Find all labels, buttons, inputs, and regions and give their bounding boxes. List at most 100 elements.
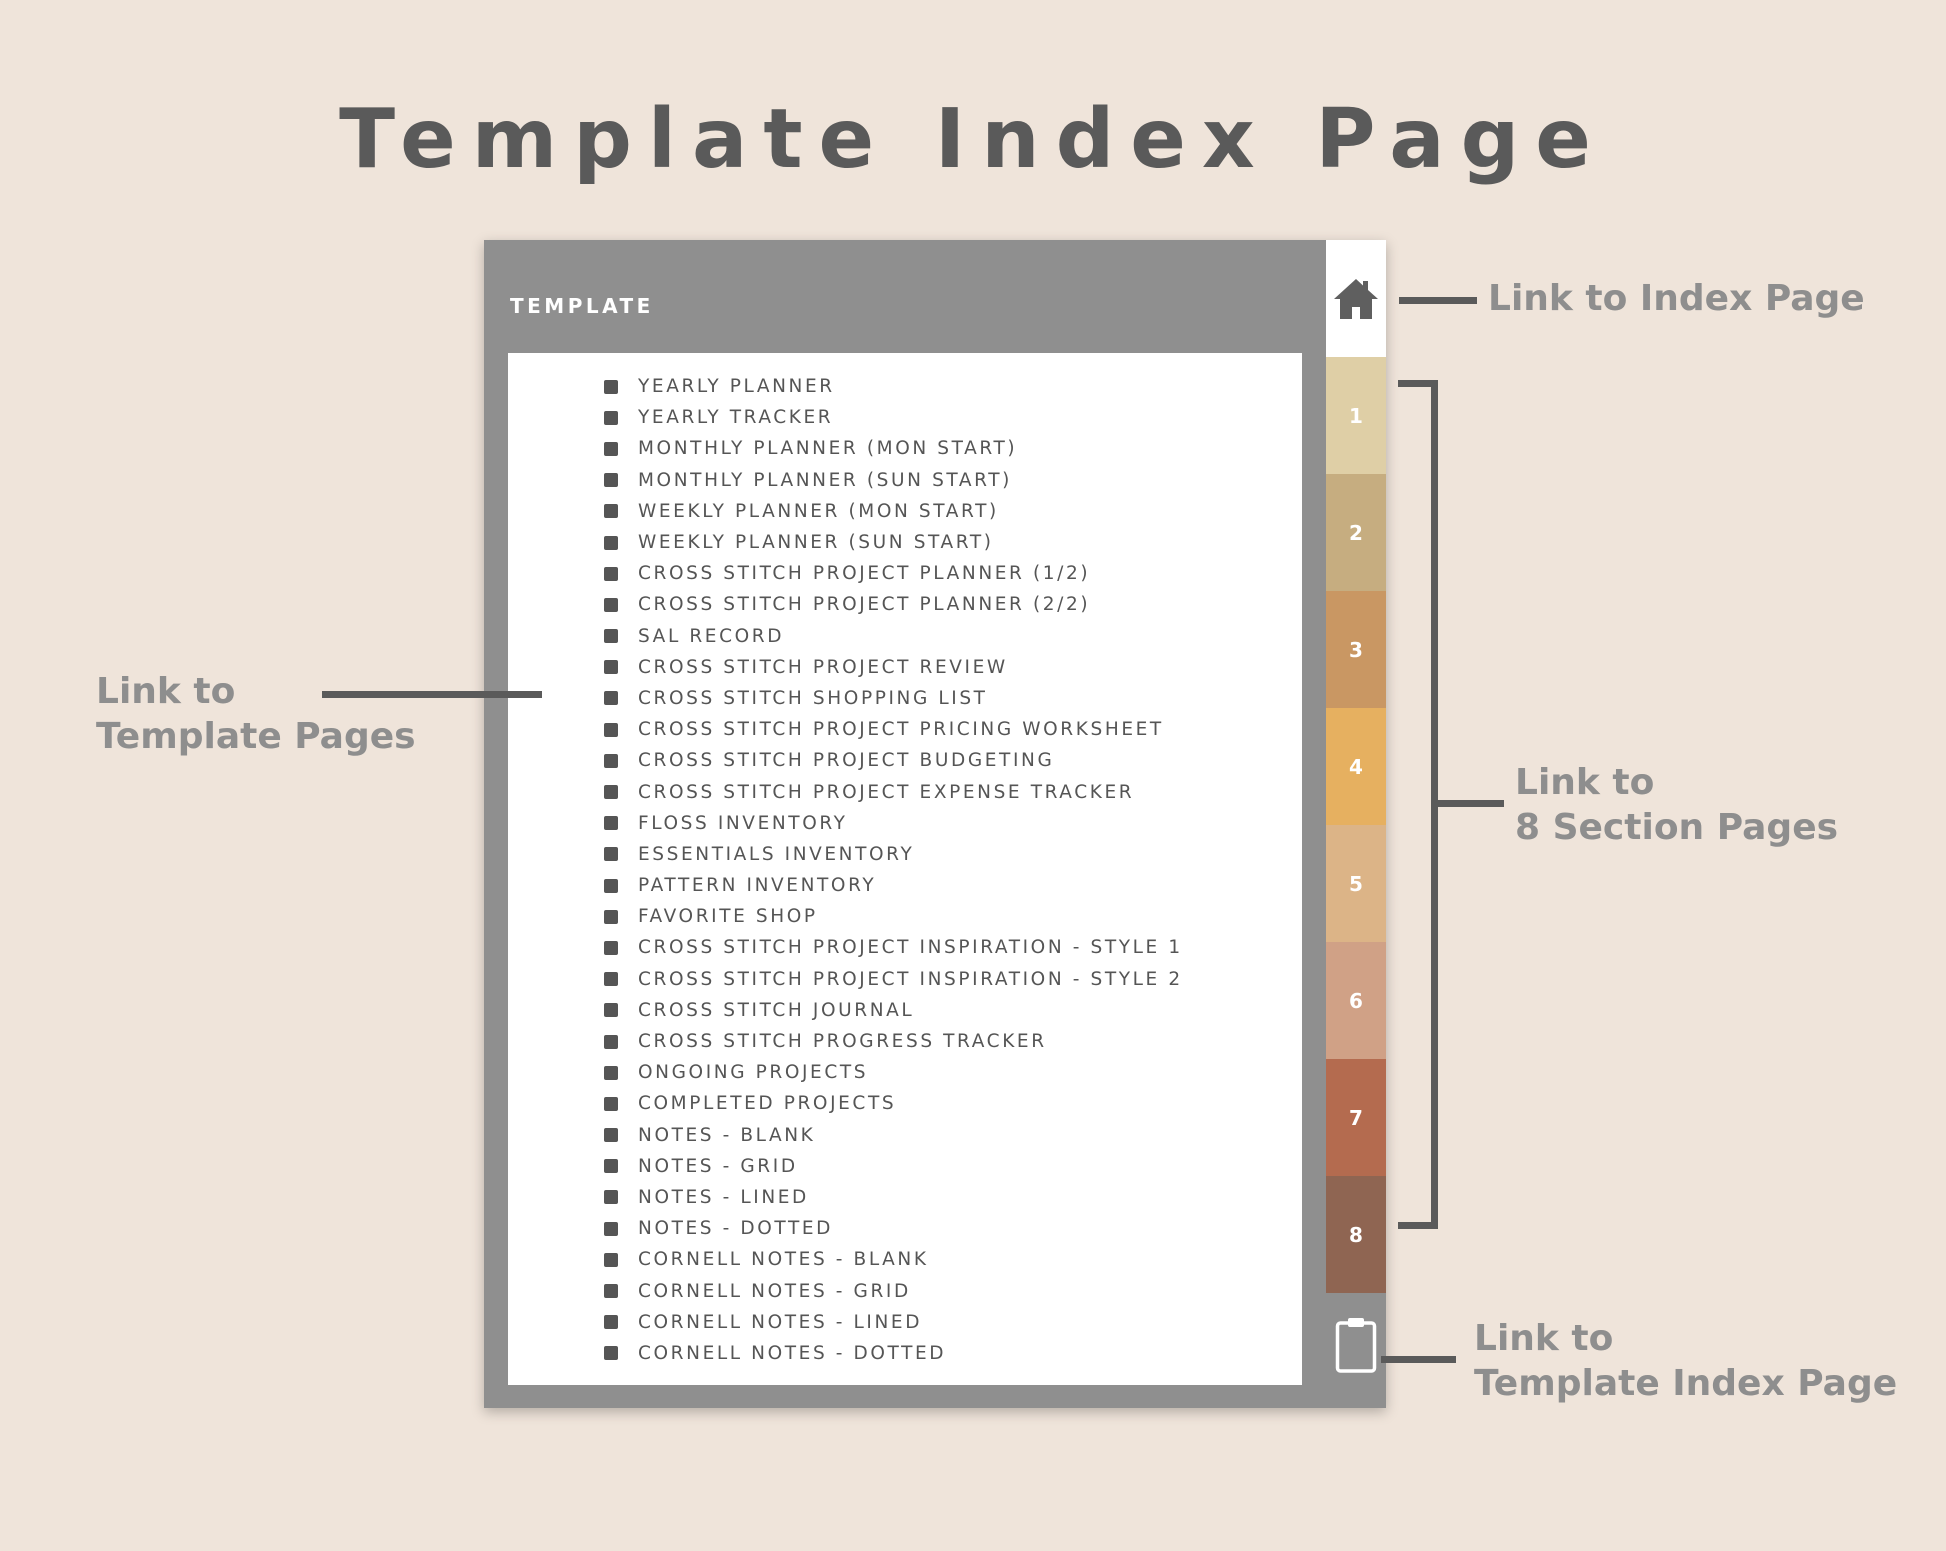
section-tab-4[interactable]: 4 [1326,708,1386,825]
bullet-icon [604,1252,618,1267]
template-item[interactable]: CROSS STITCH PROJECT PRICING WORKSHEET [604,714,1183,745]
template-item[interactable]: MONTHLY PLANNER (SUN START) [604,465,1183,496]
bullet-icon [604,1096,618,1111]
annotation-section-pages-line1: Link to [1515,762,1655,803]
template-item-label: NOTES - LINED [638,1186,809,1208]
template-item-label: CORNELL NOTES - GRID [638,1280,911,1302]
clipboard-icon [1335,1318,1377,1373]
template-item-label: ESSENTIALS INVENTORY [638,843,915,865]
template-item[interactable]: CROSS STITCH PROJECT EXPENSE TRACKER [604,776,1183,807]
bullet-icon [604,1034,618,1049]
bullet-icon [604,816,618,831]
template-item-label: CORNELL NOTES - DOTTED [638,1342,947,1364]
section-bracket-bottom [1398,1222,1438,1229]
bullet-icon [604,1190,618,1205]
template-item-label: CORNELL NOTES - BLANK [638,1249,929,1271]
template-item-label: COMPLETED PROJECTS [638,1093,897,1115]
template-item[interactable]: WEEKLY PLANNER (MON START) [604,496,1183,527]
template-item-label: NOTES - BLANK [638,1124,816,1146]
section-tab-3[interactable]: 3 [1326,591,1386,708]
template-item[interactable]: CROSS STITCH SHOPPING LIST [604,683,1183,714]
template-item-label: FAVORITE SHOP [638,906,818,928]
bullet-icon [604,660,618,675]
section-tab-2[interactable]: 2 [1326,474,1386,591]
template-item[interactable]: CROSS STITCH PROJECT REVIEW [604,652,1183,683]
index-page-connector [1399,297,1477,304]
template-item-label: YEARLY PLANNER [638,376,835,398]
home-tab[interactable] [1326,240,1386,357]
bullet-icon [604,379,618,394]
template-item[interactable]: ESSENTIALS INVENTORY [604,839,1183,870]
template-item[interactable]: MONTHLY PLANNER (MON START) [604,433,1183,464]
template-item-label: SAL RECORD [638,625,785,647]
bullet-icon [604,972,618,987]
template-item-label: CROSS STITCH PROJECT PLANNER (1/2) [638,563,1091,585]
template-item-label: ONGOING PROJECTS [638,1062,869,1084]
planner-page-preview: TEMPLATE YEARLY PLANNER YEARLY TRACKER MON… [484,240,1386,1408]
template-item[interactable]: CORNELL NOTES - DOTTED [604,1338,1183,1369]
template-index-connector [1381,1356,1456,1363]
template-item[interactable]: NOTES - DOTTED [604,1213,1183,1244]
section-tab-5[interactable]: 5 [1326,825,1386,942]
template-item[interactable]: NOTES - BLANK [604,1120,1183,1151]
bullet-icon [604,535,618,550]
home-icon [1334,278,1378,319]
template-item[interactable]: CORNELL NOTES - LINED [604,1307,1183,1338]
template-item[interactable]: CROSS STITCH PROJECT BUDGETING [604,745,1183,776]
bullet-icon [604,1159,618,1174]
template-index-tab[interactable] [1326,1290,1386,1400]
template-item-label: CROSS STITCH PROGRESS TRACKER [638,1031,1047,1053]
bullet-icon [604,597,618,612]
template-item-label: NOTES - GRID [638,1155,798,1177]
template-item-label: NOTES - DOTTED [638,1218,833,1240]
template-item-label: MONTHLY PLANNER (SUN START) [638,469,1012,491]
section-bracket-pointer [1438,800,1504,807]
bullet-icon [604,847,618,862]
template-item[interactable]: CORNELL NOTES - BLANK [604,1244,1183,1275]
section-tab-7[interactable]: 7 [1326,1059,1386,1176]
template-item-label: CROSS STITCH SHOPPING LIST [638,687,988,709]
bullet-icon [604,722,618,737]
template-item[interactable]: NOTES - LINED [604,1182,1183,1213]
page-title: Template Index Page [339,92,1607,187]
bullet-icon [604,753,618,768]
template-item[interactable]: YEARLY PLANNER [604,371,1183,402]
template-item[interactable]: FLOSS INVENTORY [604,808,1183,839]
template-item[interactable]: YEARLY TRACKER [604,402,1183,433]
section-tab-6[interactable]: 6 [1326,942,1386,1059]
template-header: TEMPLATE [510,294,654,318]
annotation-section-pages: Link to 8 Section Pages [1515,760,1838,850]
template-item[interactable]: COMPLETED PROJECTS [604,1088,1183,1119]
template-item[interactable]: NOTES - GRID [604,1151,1183,1182]
template-item[interactable]: CROSS STITCH PROGRESS TRACKER [604,1026,1183,1057]
template-item[interactable]: PATTERN INVENTORY [604,870,1183,901]
template-item[interactable]: SAL RECORD [604,621,1183,652]
annotation-section-pages-line2: 8 Section Pages [1515,807,1839,848]
template-item-label: CROSS STITCH PROJECT REVIEW [638,656,1008,678]
annotation-template-pages: Link to Template Pages [96,669,416,759]
section-tab-1[interactable]: 1 [1326,357,1386,474]
template-item-label: CROSS STITCH PROJECT BUDGETING [638,750,1055,772]
annotation-template-pages-line1: Link to [96,671,236,712]
section-tab-8[interactable]: 8 [1326,1176,1386,1293]
template-item-label: CROSS STITCH PROJECT EXPENSE TRACKER [638,781,1135,803]
template-item[interactable]: CROSS STITCH PROJECT PLANNER (1/2) [604,558,1183,589]
template-item[interactable]: FAVORITE SHOP [604,901,1183,932]
template-item-label: PATTERN INVENTORY [638,875,877,897]
template-item[interactable]: CROSS STITCH JOURNAL [604,995,1183,1026]
bullet-icon [604,1065,618,1080]
bullet-icon [604,1003,618,1018]
template-item-label: CROSS STITCH PROJECT INSPIRATION - STYLE… [638,968,1183,990]
bullet-icon [604,1221,618,1236]
template-item[interactable]: ONGOING PROJECTS [604,1057,1183,1088]
template-item-label: YEARLY TRACKER [638,407,834,429]
bullet-icon [604,629,618,644]
template-item[interactable]: CROSS STITCH PROJECT INSPIRATION - STYLE… [604,964,1183,995]
template-item[interactable]: CORNELL NOTES - GRID [604,1275,1183,1306]
template-item-label: CROSS STITCH PROJECT INSPIRATION - STYLE… [638,937,1183,959]
bullet-icon [604,878,618,893]
template-item[interactable]: CROSS STITCH PROJECT PLANNER (2/2) [604,589,1183,620]
template-item-label: CROSS STITCH JOURNAL [638,999,915,1021]
template-item[interactable]: CROSS STITCH PROJECT INSPIRATION - STYLE… [604,932,1183,963]
template-item[interactable]: WEEKLY PLANNER (SUN START) [604,527,1183,558]
